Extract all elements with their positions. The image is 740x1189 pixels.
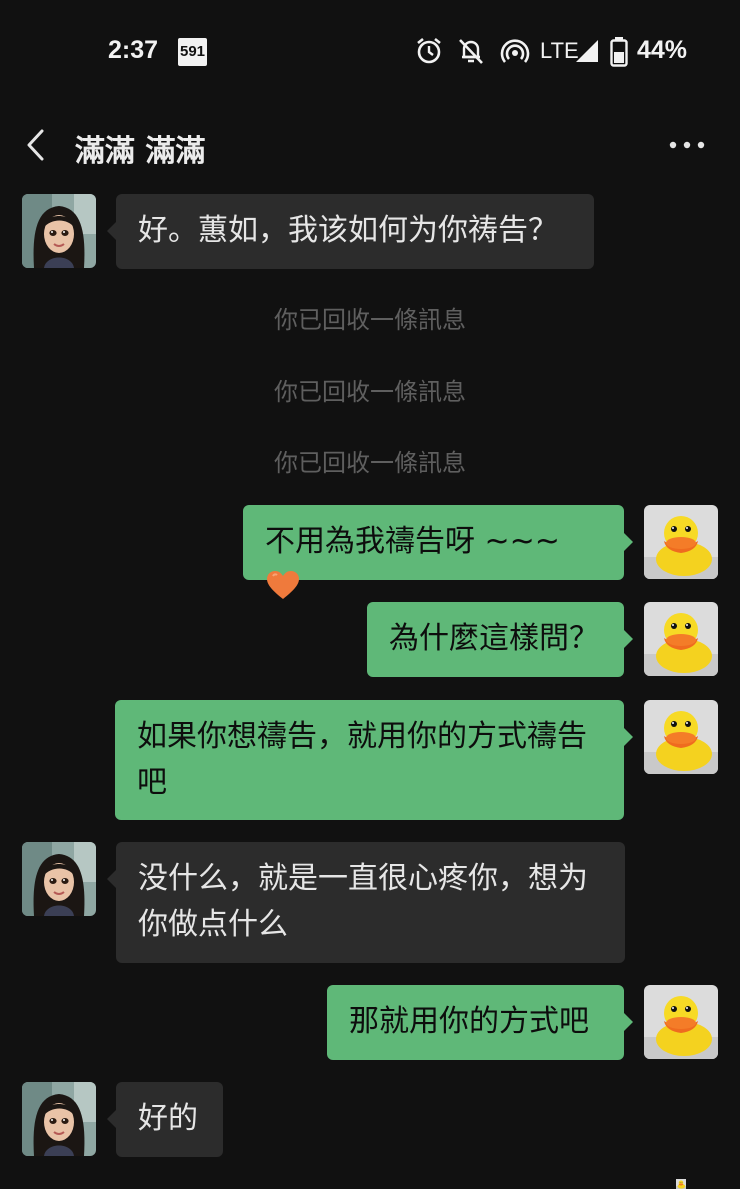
message-text-line: 如果你想禱告，就用你的方式禱告: [137, 719, 587, 754]
message-text: 好。蕙如，我该如何为你祷告？: [138, 213, 558, 248]
my-avatar[interactable]: [644, 505, 718, 579]
signal-icon: [576, 40, 598, 62]
status-bar: 2:37 591 LTE 44%: [0, 0, 740, 100]
message-text: 好的: [138, 1101, 198, 1136]
message-bubble-incoming[interactable]: 好的: [107, 1082, 223, 1157]
chat-header: 滿滿 滿滿: [0, 110, 740, 180]
contact-avatar[interactable]: [22, 842, 96, 916]
my-avatar[interactable]: [644, 700, 718, 774]
message-text: 為什麼這樣問？: [389, 621, 599, 656]
alarm-icon: [417, 37, 441, 64]
hotspot-icon: [500, 39, 530, 63]
battery-percent: 44%: [637, 36, 688, 64]
message-bubble-incoming[interactable]: 没什么，就是一直很心疼你，想为 你做点什么: [107, 842, 625, 963]
my-avatar[interactable]: [644, 985, 718, 1059]
recalled-message-notice: 你已回收一條訊息: [274, 449, 466, 477]
contact-avatar[interactable]: [22, 194, 96, 268]
message-text-line: 吧: [137, 765, 167, 800]
chat-title: 滿滿 滿滿: [75, 134, 206, 169]
message-bubble-outgoing[interactable]: 不用為我禱告呀 ~~~: [243, 505, 633, 599]
recalled-message-notice: 你已回收一條訊息: [274, 378, 466, 406]
my-avatar[interactable]: [644, 602, 718, 676]
more-horizontal-icon[interactable]: [664, 132, 710, 158]
notifications-off-icon: [459, 39, 483, 64]
message-bubble-outgoing[interactable]: 那就用你的方式吧: [327, 985, 633, 1060]
message-bubble-outgoing[interactable]: 如果你想禱告，就用你的方式禱告 吧: [115, 700, 633, 820]
message-text-line: 没什么，就是一直很心疼你，想为: [138, 861, 588, 896]
network-type: LTE: [540, 38, 579, 63]
contact-avatar[interactable]: [22, 1082, 96, 1156]
message-text-line: 你做点什么: [138, 907, 288, 942]
message-bubble-outgoing[interactable]: 為什麼這樣問？: [367, 602, 633, 677]
recalled-message-notice: 你已回收一條訊息: [274, 306, 466, 334]
message-bubble-incoming[interactable]: 好。蕙如，我该如何为你祷告？: [107, 194, 594, 269]
app-badge-icon: 591: [178, 38, 207, 66]
status-time: 2:37: [108, 36, 159, 64]
chevron-left-icon[interactable]: [22, 128, 52, 162]
message-text: 不用為我禱告呀 ~~~: [265, 524, 560, 559]
orange-heart-icon: [267, 571, 299, 599]
message-text: 那就用你的方式吧: [349, 1004, 589, 1039]
my-avatar[interactable]: [644, 1179, 718, 1189]
battery-icon: [610, 37, 628, 67]
